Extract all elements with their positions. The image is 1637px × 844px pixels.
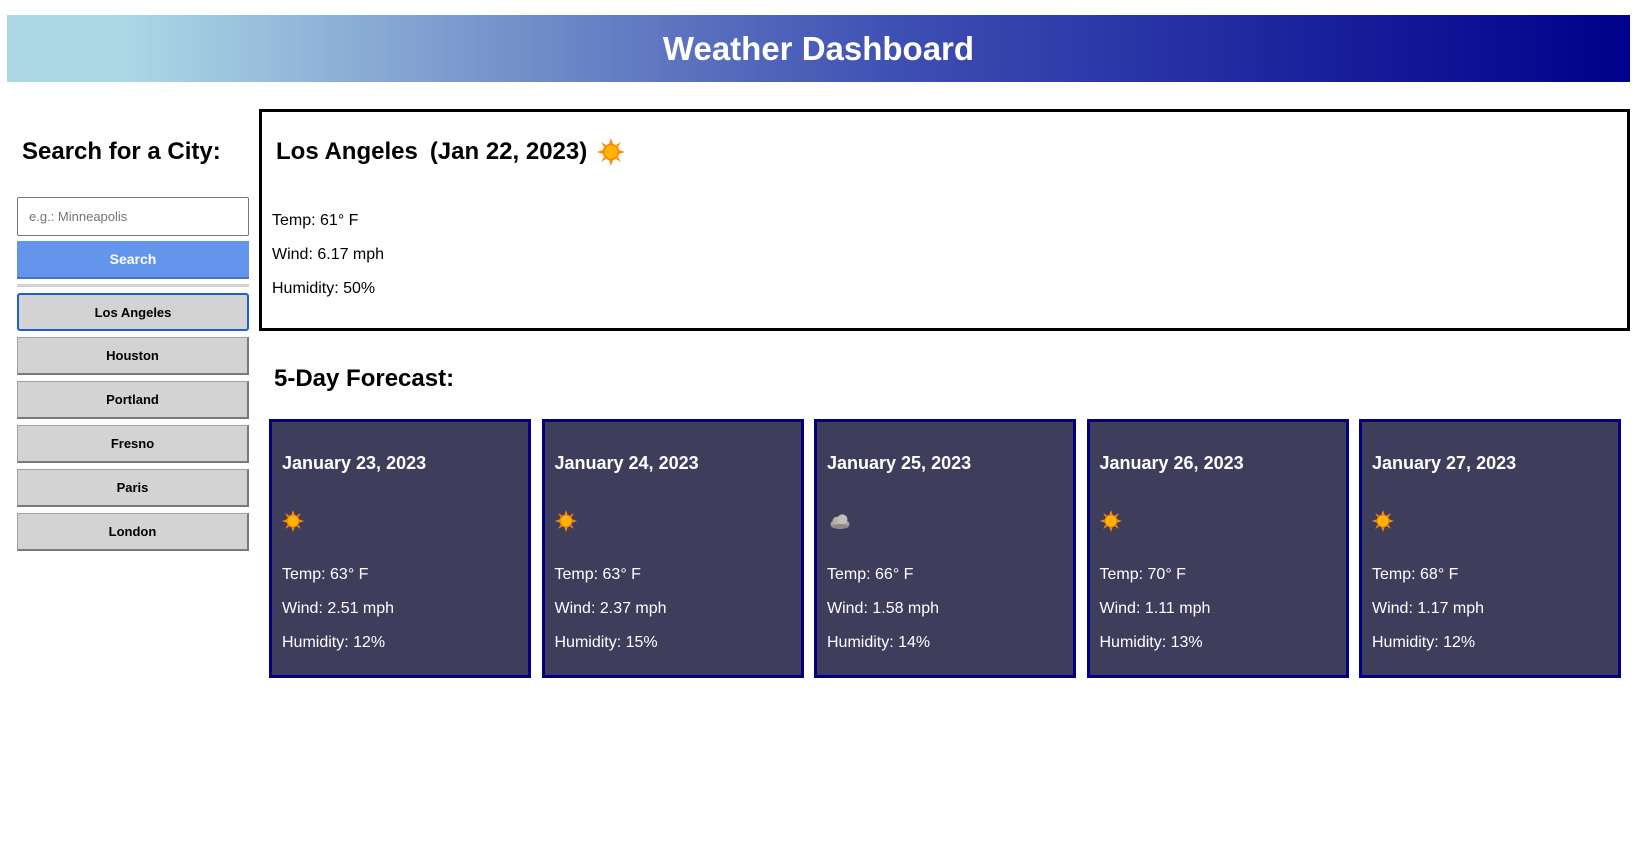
forecast-humidity: Humidity: 12%	[1372, 634, 1476, 651]
search-button[interactable]: Search	[17, 241, 249, 279]
forecast-card: January 25, 2023 Temp: 66° F Wind: 1.58 …	[814, 419, 1076, 678]
forecast-temp: Temp: 66° F	[827, 566, 914, 583]
city-button-los-angeles[interactable]: Los Angeles	[17, 293, 249, 331]
current-weather-title: Los Angeles (Jan 22, 2023)	[276, 138, 626, 166]
forecast-card: January 27, 2023 Temp: 68° F Wind: 1.17 …	[1359, 419, 1621, 678]
city-button-houston[interactable]: Houston	[17, 337, 249, 375]
forecast-wind: Wind: 2.37 mph	[554, 600, 667, 617]
forecast-wind: Wind: 1.11 mph	[1099, 600, 1211, 617]
forecast-temp: Temp: 68° F	[1372, 566, 1459, 583]
forecast-card: January 24, 2023 Temp: 63° F Wind: 2.37 …	[541, 419, 804, 678]
forecast-humidity: Humidity: 15%	[554, 634, 658, 651]
search-heading: Search for a City:	[22, 138, 221, 165]
current-city-name: Los Angeles	[276, 138, 418, 165]
forecast-card: January 23, 2023 Temp: 63° F Wind: 2.51 …	[269, 419, 531, 678]
current-date: (Jan 22, 2023)	[429, 138, 588, 165]
forecast-date: January 25, 2023	[827, 453, 972, 473]
sidebar-divider	[17, 284, 249, 287]
forecast-humidity: Humidity: 14%	[827, 634, 931, 651]
forecast-stats: Temp: 63° F Wind: 2.51 mph Humidity: 12%	[282, 565, 394, 667]
search-history-list: Los Angeles Houston Portland Fresno Pari…	[17, 293, 249, 557]
cloud-icon	[830, 514, 850, 529]
current-weather-panel: Los Angeles (Jan 22, 2023) Temp: 61° F W…	[259, 109, 1630, 331]
forecast-temp: Temp: 63° F	[282, 566, 369, 583]
forecast-wind: Wind: 2.51 mph	[282, 600, 395, 617]
forecast-humidity: Humidity: 12%	[282, 634, 386, 651]
forecast-heading: 5-Day Forecast:	[274, 365, 455, 392]
forecast-temp: Temp: 63° F	[554, 566, 641, 583]
city-button-portland[interactable]: Portland	[17, 381, 249, 419]
forecast-wind: Wind: 1.17 mph	[1372, 600, 1485, 617]
sun-icon	[597, 138, 626, 166]
forecast-wind: Wind: 1.58 mph	[827, 600, 940, 617]
sun-icon	[554, 510, 577, 532]
current-wind: Wind: 6.17 mph	[272, 246, 385, 263]
forecast-stats: Temp: 70° F Wind: 1.11 mph Humidity: 13%	[1100, 565, 1211, 667]
forecast-date: January 27, 2023	[1372, 453, 1517, 473]
sun-icon	[1099, 510, 1122, 532]
city-button-fresno[interactable]: Fresno	[17, 425, 249, 463]
current-temp: Temp: 61° F	[272, 212, 359, 229]
forecast-stats: Temp: 66° F Wind: 1.58 mph Humidity: 14%	[827, 565, 939, 667]
current-humidity: Humidity: 50%	[272, 280, 376, 297]
forecast-temp: Temp: 70° F	[1099, 566, 1186, 583]
forecast-humidity: Humidity: 13%	[1099, 634, 1203, 651]
page-title: Weather Dashboard	[662, 29, 975, 67]
current-stats: Temp: 61° F Wind: 6.17 mph Humidity: 50%	[272, 211, 384, 313]
forecast-card: January 26, 2023 Temp: 70° F Wind: 1.11 …	[1086, 419, 1349, 678]
forecast-cards: January 23, 2023 Temp: 63° F Wind: 2.51 …	[269, 419, 1621, 678]
page-header: Weather Dashboard	[7, 15, 1630, 82]
city-button-london[interactable]: London	[17, 513, 249, 551]
forecast-stats: Temp: 63° F Wind: 2.37 mph Humidity: 15%	[555, 565, 667, 667]
city-button-paris[interactable]: Paris	[17, 469, 249, 507]
forecast-date: January 24, 2023	[554, 453, 699, 473]
forecast-date: January 23, 2023	[282, 453, 427, 473]
sun-icon	[1372, 510, 1394, 532]
forecast-stats: Temp: 68° F Wind: 1.17 mph Humidity: 12%	[1372, 565, 1484, 667]
city-search-input[interactable]	[17, 197, 249, 236]
forecast-date: January 26, 2023	[1099, 453, 1244, 473]
sun-icon	[282, 510, 304, 532]
